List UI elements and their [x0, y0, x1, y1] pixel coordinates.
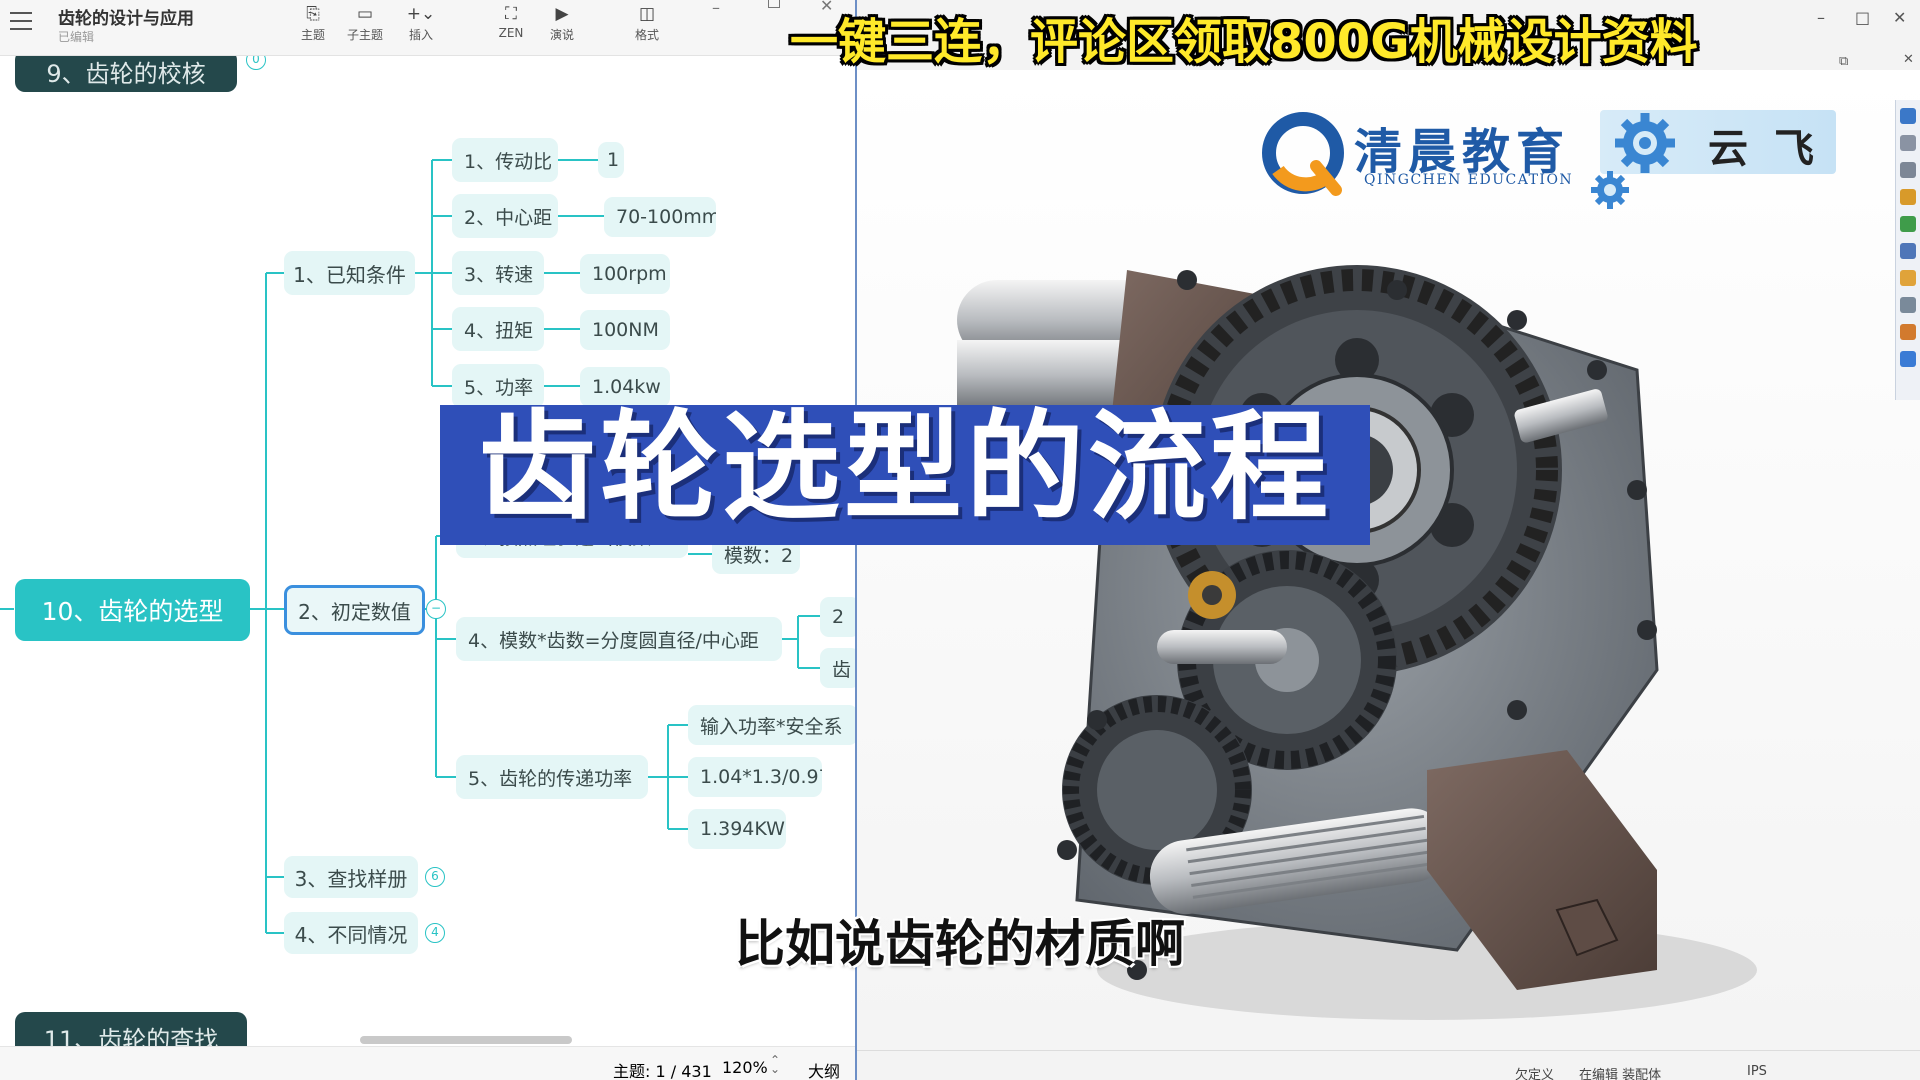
mindmap-value[interactable]: 100NM	[580, 310, 670, 350]
mindmap-node[interactable]: 1、传动比	[452, 138, 558, 182]
maximize-icon[interactable]	[768, 0, 780, 8]
yunfei-text: 云飞	[1708, 125, 1840, 172]
cad-status-definition: 欠定义	[1515, 1068, 1555, 1080]
qingchen-logo-icon	[1262, 112, 1344, 196]
mindmap-topic-next[interactable]: 11、齿轮的查找	[15, 1012, 247, 1046]
mindmap-value[interactable]: 1	[598, 142, 624, 178]
minimize-icon[interactable]: –	[712, 0, 720, 17]
toolbar-label: 插入	[408, 28, 433, 42]
topic-count: 主题: 1 / 431	[613, 1062, 712, 1080]
parts-icon[interactable]	[1900, 135, 1916, 151]
toolbar-label: 演说	[549, 28, 574, 42]
zoom-stepper-icon[interactable]: ⌃ ⌄	[770, 1054, 780, 1075]
forum-icon[interactable]	[1900, 297, 1916, 313]
mindmap-value[interactable]: 2	[820, 597, 855, 637]
mindmap-branch-known-conditions[interactable]: 1、已知条件	[284, 251, 415, 295]
presentation-play-icon: ▶	[555, 4, 569, 24]
mindmap-branch-catalog[interactable]: 3、查找样册	[284, 856, 418, 898]
home-icon[interactable]	[1900, 108, 1916, 124]
maximize-icon[interactable]: □	[1855, 8, 1870, 27]
horizontal-scrollbar[interactable]	[360, 1036, 572, 1044]
toolbar-format-button[interactable]: ◫ 格式	[622, 2, 672, 43]
minimize-icon[interactable]: –	[1817, 8, 1825, 27]
toolbar-topic-button[interactable]: ⎘ 主题	[288, 2, 338, 43]
video-title: 齿轮选型的流程	[477, 398, 1332, 536]
mindmap-main-topic[interactable]: 10、齿轮的选型	[15, 579, 250, 641]
menu-icon[interactable]	[10, 12, 32, 30]
video-frame: 齿轮的设计与应用 已编辑 ⎘ 主题 ▭ 子主题 +⌄ 插入 ⛶ ZEN ▶ 演说	[0, 0, 1920, 1080]
custom-icon[interactable]	[1900, 324, 1916, 340]
task-pane-tabs	[1895, 100, 1920, 400]
mindmap-value[interactable]: 1.394KW	[688, 809, 786, 849]
subtitle-caption: 比如说齿轮的材质啊	[735, 915, 1185, 973]
topic-icon: ⎘	[306, 4, 320, 24]
document-status: 已编辑	[58, 30, 95, 44]
toolbar-label: 主题	[300, 28, 325, 42]
toolbar-zen-button[interactable]: ⛶ ZEN	[486, 2, 536, 40]
mindmap-node[interactable]: 5、齿轮的传递功率	[456, 755, 648, 799]
folder-icon[interactable]	[1900, 162, 1916, 178]
toolbar-label: ZEN	[498, 26, 524, 40]
toolbar-subtopic-button[interactable]: ▭ 子主题	[340, 2, 390, 43]
subtopic-icon: ▭	[356, 4, 374, 24]
mindmap-node[interactable]: 3、转速	[452, 251, 544, 295]
zen-mode-icon: ⛶	[505, 4, 517, 24]
properties-icon[interactable]	[1900, 243, 1916, 259]
appearance-icon[interactable]	[1900, 216, 1916, 232]
outline-button[interactable]: 大纲	[808, 1058, 840, 1080]
mindmap-value[interactable]: 齿	[820, 648, 855, 688]
mindmap-node[interactable]: 4、模数*齿数=分度圆直径/中心距	[456, 617, 782, 661]
document-title: 齿轮的设计与应用	[58, 9, 194, 29]
restore-icon[interactable]: ⧉	[1839, 54, 1848, 69]
toolbar-label: 子主题	[346, 28, 383, 42]
mindmap-value[interactable]: 100rpm	[580, 254, 670, 294]
logo-english-text: QINGCHEN EDUCATION	[1364, 172, 1574, 188]
gear-logo-icon	[1591, 113, 1675, 209]
toolbar-presentation-button[interactable]: ▶ 演说	[537, 2, 587, 43]
promo-banner: 一键三连，评论区领取800G机械设计资料	[790, 14, 1698, 70]
mindmap-node[interactable]: 4、扭矩	[452, 307, 544, 351]
format-panel-icon: ◫	[638, 4, 656, 24]
mindmap-value[interactable]: 输入功率*安全系	[688, 705, 855, 745]
cad-status-editing: 在编辑 装配体	[1579, 1068, 1662, 1080]
zoom-level: 120%	[722, 1058, 768, 1077]
cad-status-units[interactable]: IPS	[1747, 1064, 1767, 1079]
close-icon[interactable]: ✕	[1893, 8, 1906, 27]
mindmap-topic-prev[interactable]: 9、齿轮的校核	[15, 56, 237, 92]
insert-plus-icon: +⌄	[406, 4, 436, 24]
collapse-count-badge[interactable]: 4	[425, 923, 445, 943]
toolbar-label: 格式	[634, 28, 659, 42]
mindmap-branch-initial-values[interactable]: 2、初定数值	[284, 585, 425, 635]
close-icon[interactable]: ✕	[1903, 52, 1914, 67]
mindmap-canvas[interactable]: 9、齿轮的校核 0 10、齿轮的选型 1、已知条件 1、传动比 1 2、中心距 …	[0, 56, 855, 1046]
toolbar-insert-button[interactable]: +⌄ 插入	[396, 2, 446, 43]
mindmap-value[interactable]: 70-100mm	[604, 197, 716, 237]
palette-icon[interactable]	[1900, 270, 1916, 286]
mindmap-value[interactable]: 1.04*1.3/0.97	[688, 757, 822, 797]
help-icon[interactable]	[1900, 351, 1916, 367]
mindmap-branch-cases[interactable]: 4、不同情况	[284, 912, 418, 954]
mindmap-node[interactable]: 2、中心距	[452, 194, 558, 238]
collapse-count-badge[interactable]: 6	[425, 867, 445, 887]
app-title-bar: 齿轮的设计与应用 已编辑 ⎘ 主题 ▭ 子主题 +⌄ 插入 ⛶ ZEN ▶ 演说	[0, 0, 855, 56]
library-icon[interactable]	[1900, 189, 1916, 205]
collapse-toggle[interactable]: −	[426, 599, 446, 619]
